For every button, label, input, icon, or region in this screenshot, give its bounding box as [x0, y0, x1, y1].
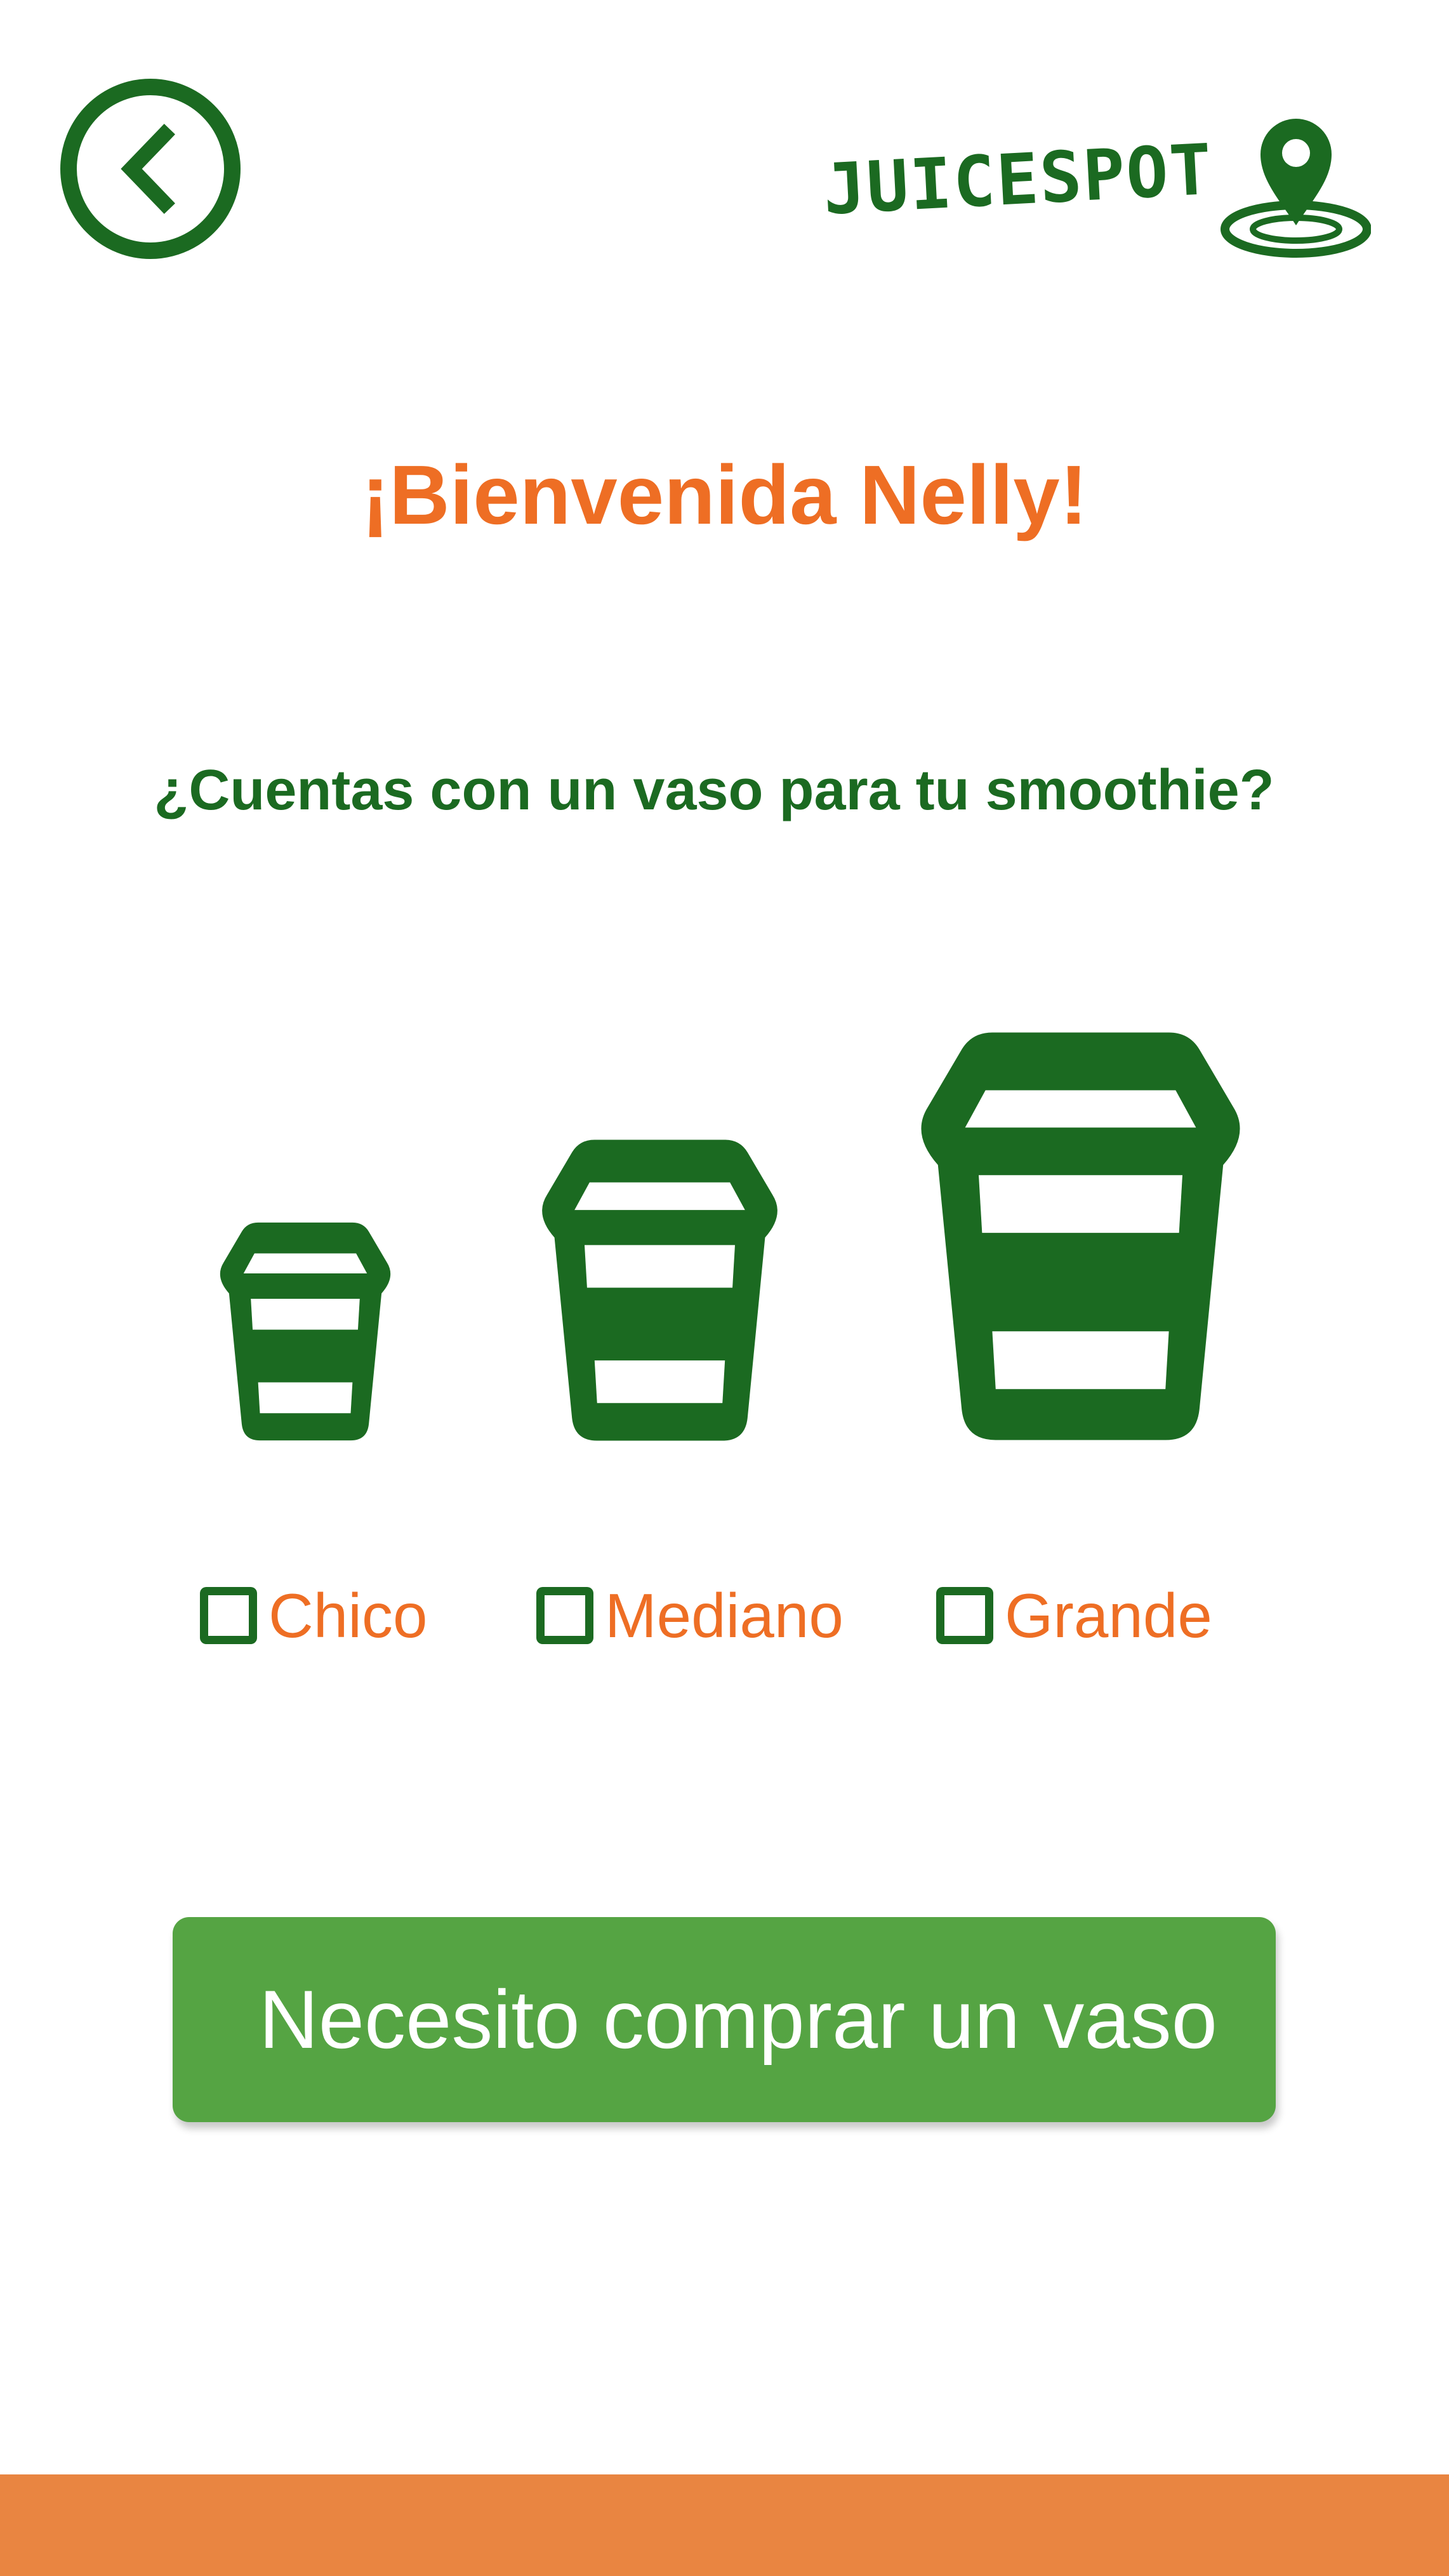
- map-pin-icon: [1221, 119, 1371, 258]
- footer-bar: [0, 2474, 1449, 2576]
- checkbox-grande[interactable]: [936, 1587, 993, 1644]
- cup-small-icon: [215, 1222, 396, 1441]
- welcome-title: ¡Bienvenida Nelly!: [361, 448, 1088, 541]
- checkbox-mediano[interactable]: [536, 1587, 593, 1644]
- option-grande-label: Grande: [1005, 1581, 1212, 1650]
- option-chico[interactable]: Chico: [200, 1574, 428, 1657]
- buy-cup-button[interactable]: Necesito comprar un vaso: [173, 1917, 1276, 2122]
- option-mediano-label: Mediano: [605, 1581, 844, 1650]
- juicespot-logo: JUICESPOT: [819, 105, 1371, 263]
- back-button[interactable]: [60, 79, 241, 259]
- option-chico-label: Chico: [268, 1581, 428, 1650]
- question-text: ¿Cuentas con un vaso para tu smoothie?: [154, 759, 1274, 822]
- logo-text: JUICESPOT: [821, 128, 1215, 230]
- option-mediano[interactable]: Mediano: [536, 1574, 844, 1657]
- checkbox-chico[interactable]: [200, 1587, 257, 1644]
- cup-medium-icon: [534, 1139, 785, 1441]
- option-grande[interactable]: Grande: [936, 1574, 1212, 1657]
- chevron-left-icon: [121, 124, 175, 214]
- cup-large-icon: [911, 1032, 1250, 1441]
